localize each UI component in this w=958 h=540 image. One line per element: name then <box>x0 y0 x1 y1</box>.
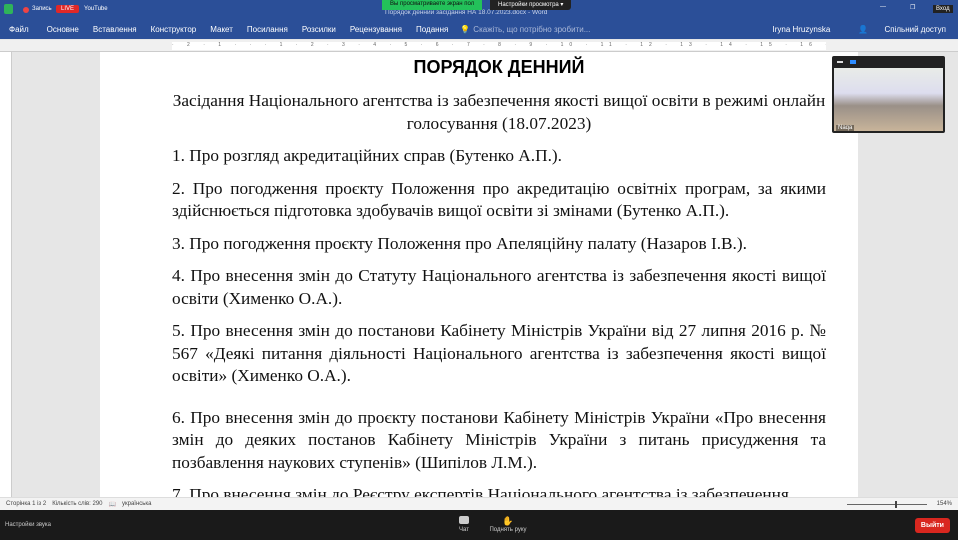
tab-references[interactable]: Посилання <box>247 25 288 34</box>
zoom-slider[interactable] <box>846 500 927 508</box>
tab-home[interactable]: Основне <box>47 25 79 34</box>
share-label: Спільний доступ <box>884 25 946 34</box>
document-page[interactable]: ПОРЯДОК ДЕННИЙ Засідання Національного а… <box>100 52 858 497</box>
tab-layout[interactable]: Макет <box>210 25 233 34</box>
tab-mailings[interactable]: Розсилки <box>302 25 336 34</box>
language[interactable]: українська <box>122 501 152 507</box>
recording-label: Запись <box>32 6 52 12</box>
participant-name: Naqa <box>836 125 855 131</box>
menu-icon[interactable] <box>837 61 843 63</box>
tab-design[interactable]: Конструктор <box>151 25 197 34</box>
agenda-item: 1. Про розгляд акредитаційних справ (Бут… <box>172 146 562 165</box>
window-title: Порядок денний засідання НА 18.07.2023.d… <box>385 9 548 16</box>
tab-insert[interactable]: Вставлення <box>93 25 137 34</box>
vertical-ruler[interactable] <box>0 52 12 497</box>
shield-icon <box>4 4 13 14</box>
raise-hand-label: Поднять руку <box>489 527 527 533</box>
agenda-item: 3. Про погодження проєкту Положення про … <box>172 233 747 253</box>
view-settings-button[interactable]: Настройки просмотра ▾ <box>490 0 572 10</box>
ruler-ticks: · 2 · 1 · · · 1 · 2 · 3 · 4 · 5 · 6 · 7 … <box>172 42 826 50</box>
document-subtitle: Засідання Національного агентства із заб… <box>172 91 826 133</box>
zoom-control-bar: Настройки звука Чат ✋ Поднять руку Выйти <box>0 510 958 540</box>
agenda-item: 4. Про внесення змін до Статуту Націонал… <box>172 266 826 308</box>
login-button[interactable]: Вход <box>933 5 953 13</box>
agenda-item: 5. Про внесення змін до постанови Кабіне… <box>172 321 826 385</box>
leave-button[interactable]: Выйти <box>914 518 950 533</box>
restore-button[interactable]: ❐ <box>910 4 915 11</box>
screen-share-banner: Вы просматриваете экран пол <box>382 0 483 10</box>
chat-label: Чат <box>459 527 469 533</box>
audio-settings-button[interactable]: Настройки звука <box>5 522 51 528</box>
video-feed <box>834 68 943 131</box>
user-name[interactable]: Iryna Hruzynska <box>772 25 830 34</box>
zoom-level[interactable]: 154% <box>937 501 952 507</box>
record-icon <box>23 7 29 13</box>
participant-video[interactable]: Naqa <box>832 56 945 133</box>
tab-view[interactable]: Подання <box>416 25 448 34</box>
chat-icon <box>459 516 469 524</box>
tell-me-input[interactable]: Скажіть, що потрібно зробити... <box>473 25 590 34</box>
agenda-item: 6. Про внесення змін до проєкту постанов… <box>172 407 826 472</box>
document-heading: ПОРЯДОК ДЕННИЙ <box>413 57 585 77</box>
status-bar: Сторінка 1 із 2 Кількість слів: 290 📖 ук… <box>0 497 958 510</box>
page-count[interactable]: Сторінка 1 із 2 <box>6 501 46 507</box>
agenda-item: 7. Про внесення змін до Реєстру експерті… <box>172 485 789 497</box>
tab-review[interactable]: Рецензування <box>350 25 402 34</box>
raise-hand-button[interactable]: ✋ Поднять руку <box>488 516 528 533</box>
view-icon[interactable] <box>850 60 856 64</box>
live-badge[interactable]: LIVE <box>56 5 80 13</box>
stream-dropdown[interactable]: YouTube <box>84 6 108 12</box>
chat-button[interactable]: Чат <box>455 516 473 533</box>
word-count[interactable]: Кількість слів: 290 <box>52 501 102 507</box>
minimize-button[interactable]: — <box>880 4 886 10</box>
ribbon-tabs: Файл Основне Вставлення Конструктор Маке… <box>0 20 958 39</box>
lightbulb-icon: 💡 <box>460 25 471 34</box>
horizontal-ruler[interactable]: · 2 · 1 · · · 1 · 2 · 3 · 4 · 5 · 6 · 7 … <box>0 40 958 52</box>
agenda-item: 2. Про погодження проєкту Положення про … <box>172 178 826 221</box>
tab-file[interactable]: Файл <box>9 25 29 34</box>
view-settings-label: Настройки просмотра <box>498 2 559 8</box>
share-button[interactable]: 👤 Спільний доступ <box>844 25 946 34</box>
person-icon: 👤 <box>858 25 869 34</box>
hand-icon: ✋ <box>502 516 514 526</box>
proofing-icon[interactable]: 📖 <box>109 501 116 508</box>
